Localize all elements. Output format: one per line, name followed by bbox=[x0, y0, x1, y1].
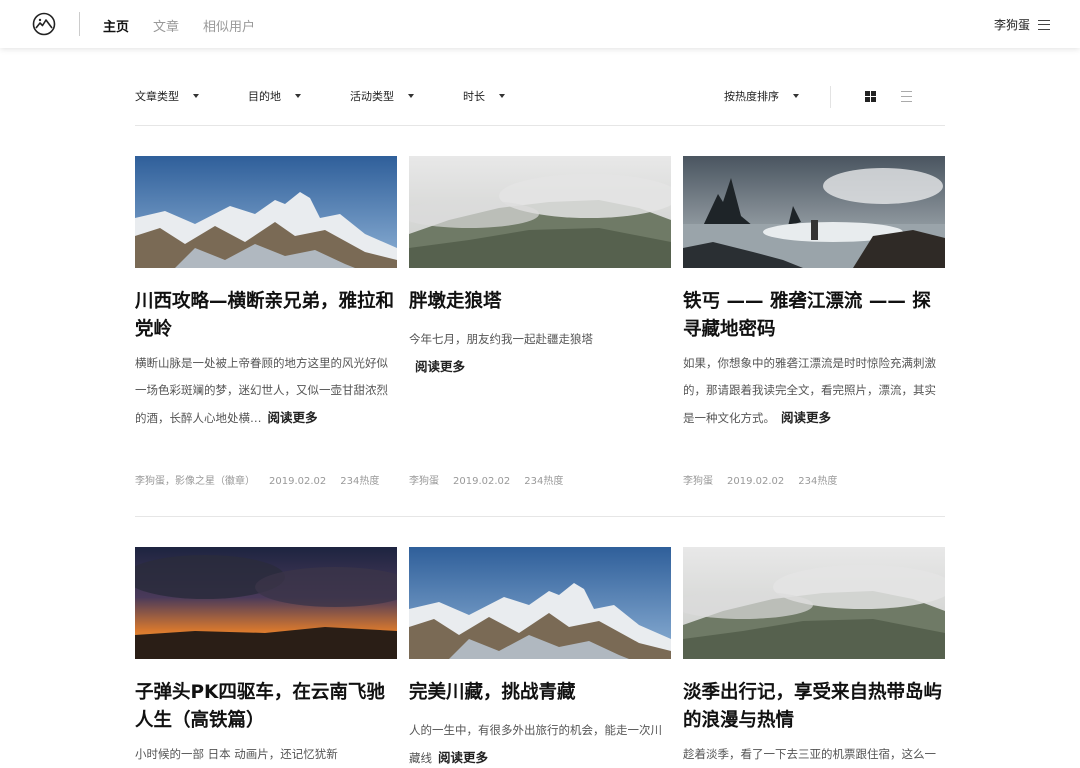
excerpt-text: 横断山脉是一处被上帝眷顾的地方这里的风光好似一场色彩斑斓的梦，迷幻世人，又似一壶… bbox=[135, 356, 388, 425]
article-title[interactable]: 淡季出行记，享受来自热带岛屿的浪漫与热情 bbox=[683, 679, 945, 735]
article-card: 铁丐 —— 雅砻江漂流 —— 探寻藏地密码 如果，你想象中的雅砻江漂流是时时惊险… bbox=[683, 156, 945, 432]
filter-duration[interactable]: 时长 bbox=[463, 88, 505, 104]
sort-label: 按热度排序 bbox=[724, 90, 779, 103]
read-more-link[interactable]: 阅读更多 bbox=[415, 359, 465, 374]
article-image-snowy-mountain[interactable] bbox=[135, 156, 397, 268]
article-excerpt: 趁着淡季，看了一下去三亚的机票跟住宿，这么一 bbox=[683, 741, 945, 768]
filter-article-type[interactable]: 文章类型 bbox=[135, 88, 199, 104]
filter-label: 文章类型 bbox=[135, 90, 179, 103]
excerpt-text: 小时候的一部 日本 动画片，还记忆犹新 bbox=[135, 747, 338, 761]
article-image-sunset-clouds[interactable] bbox=[135, 547, 397, 659]
article-image-coast-rocks[interactable] bbox=[683, 156, 945, 268]
caret-down-icon bbox=[793, 94, 799, 98]
nav-articles[interactable]: 文章 bbox=[153, 16, 179, 35]
caret-down-icon bbox=[408, 94, 414, 98]
logo-mountain-icon[interactable] bbox=[32, 12, 56, 36]
filter-bar: 文章类型 目的地 活动类型 时长 按热度排序 bbox=[135, 86, 945, 108]
article-title[interactable]: 完美川藏，挑战青藏 bbox=[409, 679, 671, 707]
read-more-link[interactable]: 阅读更多 bbox=[268, 410, 318, 425]
user-name: 李狗蛋 bbox=[993, 18, 1030, 32]
article-title[interactable]: 胖墩走狼塔 bbox=[409, 288, 671, 316]
article-excerpt: 人的一生中，有很多外出旅行的机会，能走一次川藏线 阅读更多 bbox=[409, 717, 671, 768]
read-more-link[interactable]: 阅读更多 bbox=[781, 410, 831, 425]
filter-label: 目的地 bbox=[248, 90, 281, 103]
article-date: 2019.02.02 bbox=[727, 476, 785, 487]
article-heat: 234热度 bbox=[798, 476, 838, 487]
article-card: 完美川藏，挑战青藏 人的一生中，有很多外出旅行的机会，能走一次川藏线 阅读更多 bbox=[409, 547, 671, 768]
sort-dropdown[interactable]: 按热度排序 bbox=[724, 88, 799, 104]
article-author[interactable]: 李狗蛋，影像之星（徽章） bbox=[135, 476, 255, 487]
filter-divider bbox=[830, 86, 831, 108]
article-image-snowy-mountain[interactable] bbox=[409, 547, 671, 659]
top-nav-bar: 主页 文章 相似用户 李狗蛋 bbox=[0, 0, 1080, 48]
article-meta: 李狗蛋 2019.02.02 234热度 bbox=[683, 472, 851, 487]
filter-activity-type[interactable]: 活动类型 bbox=[350, 88, 414, 104]
article-image-misty-valley[interactable] bbox=[683, 547, 945, 659]
article-image-misty-valley[interactable] bbox=[409, 156, 671, 268]
caret-down-icon bbox=[193, 94, 199, 98]
article-title[interactable]: 子弹头PK四驱车，在云南飞驰人生（高铁篇） bbox=[135, 679, 397, 735]
article-meta: 李狗蛋 2019.02.02 234热度 bbox=[409, 472, 577, 487]
nav-home[interactable]: 主页 bbox=[103, 16, 129, 35]
article-date: 2019.02.02 bbox=[453, 476, 511, 487]
article-card: 子弹头PK四驱车，在云南飞驰人生（高铁篇） 小时候的一部 日本 动画片，还记忆犹… bbox=[135, 547, 397, 768]
article-excerpt: 如果，你想象中的雅砻江漂流是时时惊险充满刺激的，那请跟着我读完全文，看完照片，漂… bbox=[683, 350, 945, 432]
excerpt-text: 趁着淡季，看了一下去三亚的机票跟住宿，这么一 bbox=[683, 747, 936, 761]
article-heat: 234热度 bbox=[524, 476, 564, 487]
row-divider-line bbox=[135, 516, 945, 517]
article-date: 2019.02.02 bbox=[269, 476, 327, 487]
nav-divider bbox=[79, 12, 80, 36]
hamburger-menu-icon[interactable] bbox=[1038, 19, 1050, 30]
article-excerpt: 小时候的一部 日本 动画片，还记忆犹新 bbox=[135, 741, 397, 768]
article-title[interactable]: 川西攻略—横断亲兄弟，雅拉和党岭 bbox=[135, 288, 397, 344]
filter-label: 活动类型 bbox=[350, 90, 394, 103]
article-author[interactable]: 李狗蛋 bbox=[683, 476, 713, 487]
article-card: 川西攻略—横断亲兄弟，雅拉和党岭 横断山脉是一处被上帝眷顾的地方这里的风光好似一… bbox=[135, 156, 397, 432]
caret-down-icon bbox=[499, 94, 505, 98]
list-view-icon[interactable] bbox=[901, 91, 912, 102]
article-card: 淡季出行记，享受来自热带岛屿的浪漫与热情 趁着淡季，看了一下去三亚的机票跟住宿，… bbox=[683, 547, 945, 768]
filter-label: 时长 bbox=[463, 90, 485, 103]
article-title[interactable]: 铁丐 —— 雅砻江漂流 —— 探寻藏地密码 bbox=[683, 288, 945, 344]
main-nav: 主页 文章 相似用户 bbox=[103, 16, 279, 35]
article-excerpt: 横断山脉是一处被上帝眷顾的地方这里的风光好似一场色彩斑斓的梦，迷幻世人，又似一壶… bbox=[135, 350, 397, 432]
nav-similar-users[interactable]: 相似用户 bbox=[203, 16, 255, 35]
read-more-link[interactable]: 阅读更多 bbox=[438, 750, 488, 765]
article-card: 胖墩走狼塔 今年七月，朋友约我一起赴疆走狼塔阅读更多 bbox=[409, 156, 671, 381]
grid-view-icon[interactable] bbox=[865, 91, 876, 102]
caret-down-icon bbox=[295, 94, 301, 98]
excerpt-text: 今年七月，朋友约我一起赴疆走狼塔 bbox=[409, 332, 593, 346]
user-menu[interactable]: 李狗蛋 bbox=[994, 16, 1050, 33]
filter-divider-line bbox=[135, 125, 945, 126]
filter-destination[interactable]: 目的地 bbox=[248, 88, 301, 104]
article-heat: 234热度 bbox=[340, 476, 380, 487]
article-excerpt: 今年七月，朋友约我一起赴疆走狼塔阅读更多 bbox=[409, 326, 671, 381]
article-meta: 李狗蛋，影像之星（徽章） 2019.02.02 234热度 bbox=[135, 472, 393, 487]
article-author[interactable]: 李狗蛋 bbox=[409, 476, 439, 487]
